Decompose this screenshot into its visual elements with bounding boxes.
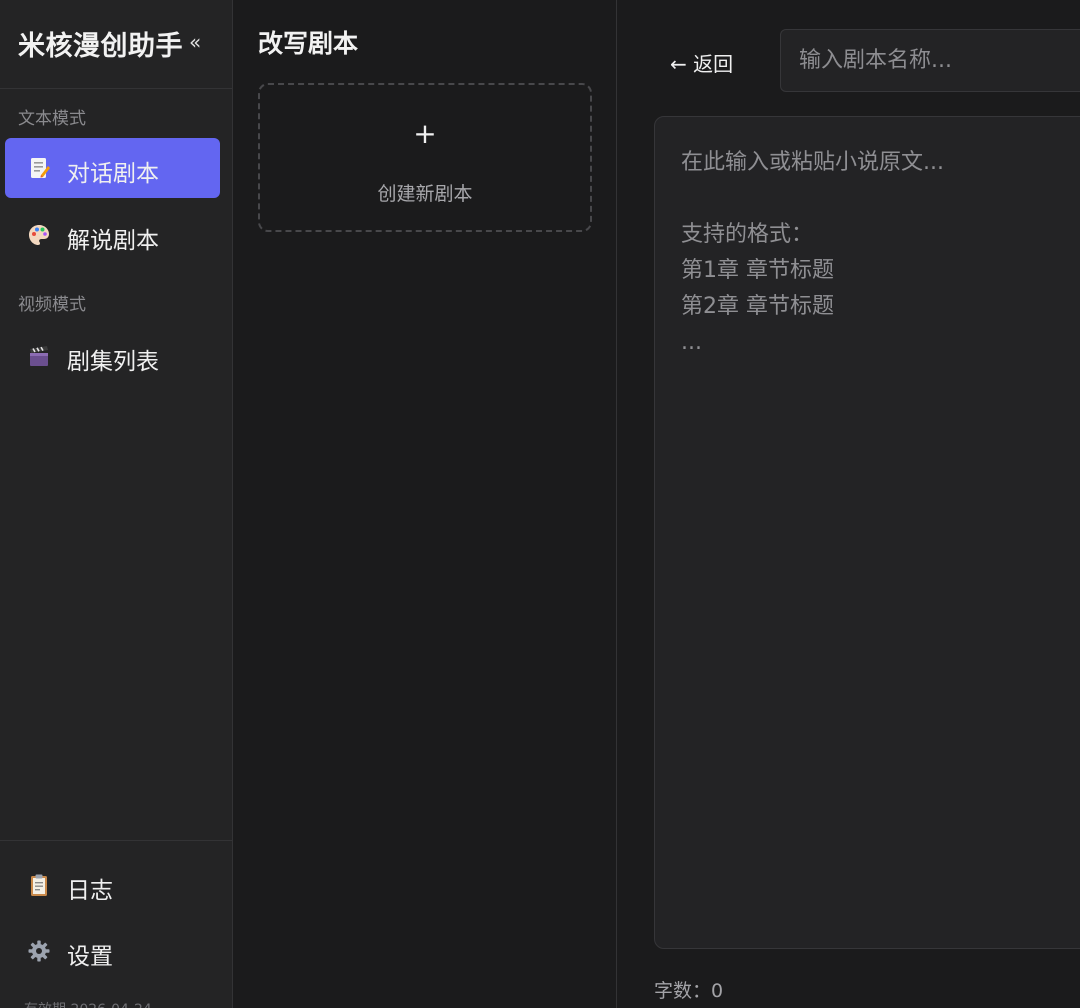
create-new-script-card[interactable]: + 创建新剧本 (258, 83, 592, 232)
back-button[interactable]: ← 返回 (670, 48, 733, 77)
script-name-input[interactable] (780, 29, 1080, 92)
collapse-sidebar-button[interactable]: « (189, 30, 201, 54)
sidebar-item-settings[interactable]: 设置 (5, 921, 220, 981)
section-label-video-mode: 视频模式 (18, 295, 86, 315)
app-title: 米核漫创助手 (18, 31, 183, 62)
sidebar-item-label: 日志 (67, 878, 113, 904)
sidebar-item-label: 剧集列表 (67, 349, 159, 375)
gear-icon (27, 939, 51, 963)
sidebar-item-episode-list[interactable]: 剧集列表 (5, 326, 220, 386)
memo-icon (27, 156, 51, 180)
sidebar-item-label: 解说剧本 (67, 228, 159, 254)
word-count: 字数：0 (654, 976, 723, 1003)
panel-title: 改写剧本 (258, 29, 359, 58)
word-count-label: 字数： (654, 980, 712, 1002)
text-area-placeholder: 在此输入或粘贴小说原文... 支持的格式： 第1章 章节标题 第2章 章节标题 … (681, 150, 944, 355)
app-window: 米核漫创助手 « 文本模式 对话剧本 解说剧本 视频模式 剧集列表 日志 设置 … (0, 0, 1080, 1008)
word-count-value: 0 (711, 980, 724, 1002)
sidebar-bottom: 日志 设置 (0, 840, 232, 1008)
create-new-script-label: 创建新剧本 (377, 183, 473, 205)
novel-text-area[interactable]: 在此输入或粘贴小说原文... 支持的格式： 第1章 章节标题 第2章 章节标题 … (654, 116, 1080, 949)
plus-icon: + (413, 117, 437, 150)
expiry-date-text: 有效期 2026-04-24 (24, 999, 152, 1008)
sidebar-item-logs[interactable]: 日志 (5, 855, 220, 915)
sidebar-item-label: 设置 (67, 944, 113, 970)
script-editor: ← 返回 在此输入或粘贴小说原文... 支持的格式： 第1章 章节标题 第2章 … (618, 0, 1080, 1008)
clapperboard-icon (27, 344, 51, 368)
section-label-text-mode: 文本模式 (18, 109, 86, 129)
sidebar-item-narration-script[interactable]: 解说剧本 (5, 205, 220, 265)
palette-icon (27, 223, 51, 247)
sidebar-item-label: 对话剧本 (67, 161, 159, 187)
clipboard-icon (27, 873, 51, 897)
sidebar: 米核漫创助手 « 文本模式 对话剧本 解说剧本 视频模式 剧集列表 日志 设置 (0, 0, 233, 1008)
sidebar-item-dialogue-script[interactable]: 对话剧本 (5, 138, 220, 198)
brand-header: 米核漫创助手 « (0, 0, 232, 89)
script-list-panel: 改写剧本 + 创建新剧本 (234, 0, 617, 1008)
